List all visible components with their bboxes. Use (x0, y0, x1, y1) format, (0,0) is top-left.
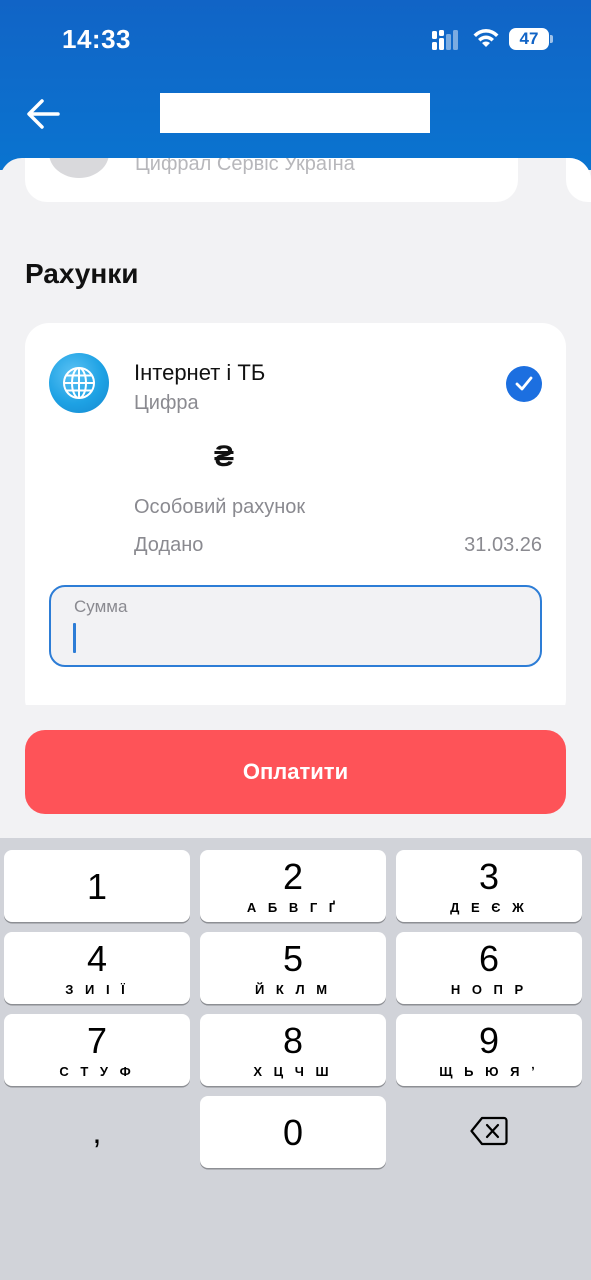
text-caret (73, 623, 76, 653)
key-0[interactable]: 0 (200, 1096, 386, 1168)
account-number-label: Особовий рахунок (134, 496, 306, 518)
account-card[interactable]: Інтернет і ТБ Цифра ₴ Особовий рахунок Д… (25, 323, 566, 718)
service-name: Інтернет і ТБ (134, 360, 266, 385)
battery-cap (550, 35, 553, 43)
key-digit: 2 (282, 856, 304, 897)
key-digit: 5 (282, 938, 304, 979)
key-letters: Х Ц Ч Ш (253, 1064, 333, 1079)
provider-card[interactable]: Цифрал Сервіс Україна (25, 158, 518, 202)
key-9[interactable]: 9 Щ Ь Ю Я ʼ (396, 1014, 582, 1086)
added-date: 31.03.26 (464, 534, 542, 556)
key-letters: З И І Ї (65, 982, 129, 997)
key-letters: Й К Л М (254, 982, 332, 997)
currency-symbol: ₴ (214, 440, 235, 473)
service-provider: Цифра (134, 392, 199, 414)
pay-button[interactable]: Оплатити (25, 730, 566, 814)
key-8[interactable]: 8 Х Ц Ч Ш (200, 1014, 386, 1086)
section-title: Рахунки (25, 258, 139, 289)
provider-name: Цифрал Сервіс Україна (135, 158, 355, 175)
key-letters: С Т У Ф (59, 1064, 135, 1079)
added-label: Додано (134, 534, 204, 556)
wifi-icon (473, 29, 499, 47)
key-4[interactable]: 4 З И І Ї (4, 932, 190, 1004)
backspace-icon (470, 1116, 508, 1146)
delete-key[interactable] (396, 1096, 582, 1168)
key-5[interactable]: 5 Й К Л М (200, 932, 386, 1004)
key-6[interactable]: 6 Н О П Р (396, 932, 582, 1004)
page-title-redacted (160, 93, 430, 133)
key-comma[interactable]: , (4, 1096, 190, 1168)
key-7[interactable]: 7 С Т У Ф (4, 1014, 190, 1086)
key-digit: 9 (478, 1020, 500, 1061)
key-letters: Щ Ь Ю Я ʼ (439, 1064, 539, 1079)
provider-avatar (49, 158, 109, 178)
amount-input[interactable] (71, 621, 511, 655)
key-digit: 6 (478, 938, 500, 979)
key-2[interactable]: 2 А Б В Г Ґ (200, 850, 386, 922)
status-bar: 14:33 47 (0, 0, 591, 80)
selected-check-icon[interactable] (506, 366, 542, 402)
key-digit: 0 (282, 1112, 304, 1153)
amount-field[interactable]: Сумма (49, 585, 542, 667)
app-header: 14:33 47 (0, 0, 591, 170)
provider-card-next[interactable] (566, 158, 591, 202)
key-letters: А Б В Г Ґ (246, 900, 340, 915)
amount-label: Сумма (74, 597, 128, 616)
status-time: 14:33 (62, 24, 131, 54)
key-letters: Д Е Є Ж (450, 900, 528, 915)
key-3[interactable]: 3 Д Е Є Ж (396, 850, 582, 922)
globe-icon (49, 353, 109, 413)
key-digit: 1 (86, 866, 108, 907)
comma-glyph: , (92, 1114, 102, 1150)
cellular-signal-icon (432, 30, 464, 50)
key-digit: 8 (282, 1020, 304, 1061)
pay-area: Оплатити (0, 705, 591, 840)
numeric-keyboard: 1 2 А Б В Г Ґ 3 Д Е Є Ж 4 З И І Ї 5 Й К … (0, 838, 591, 1280)
key-digit: 4 (86, 938, 108, 979)
key-digit: 7 (86, 1020, 108, 1061)
back-arrow-icon[interactable] (24, 96, 64, 132)
battery-icon: 47 (509, 28, 549, 50)
key-1[interactable]: 1 (4, 850, 190, 922)
content-sheet: Цифрал Сервіс Україна Рахунки Інтернет і… (0, 158, 591, 718)
key-letters: Н О П Р (450, 982, 528, 997)
key-digit: 3 (478, 856, 500, 897)
